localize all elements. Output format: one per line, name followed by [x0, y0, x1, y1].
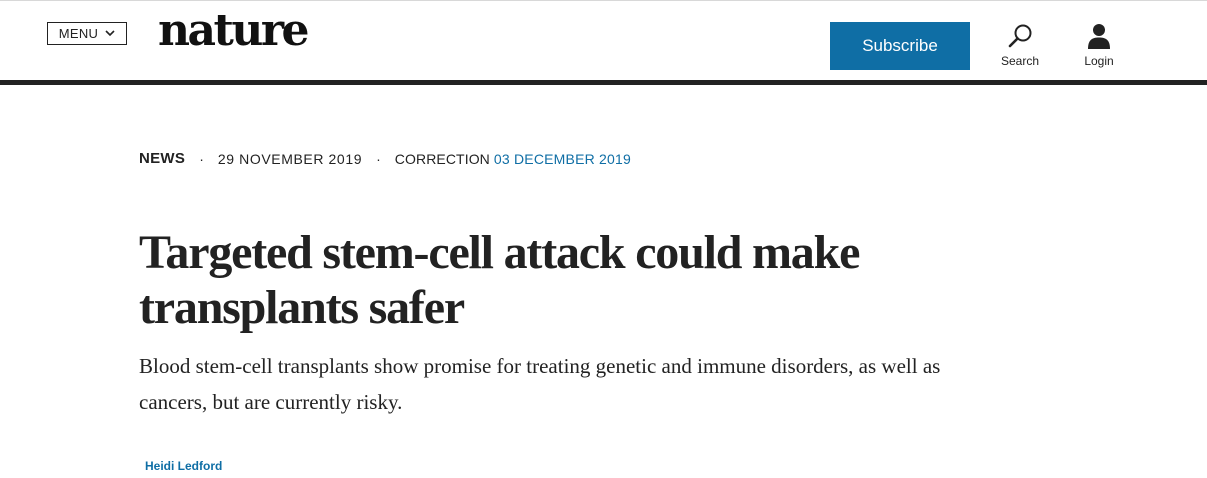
meta-separator: · [376, 150, 381, 167]
login-button[interactable]: Login [1069, 23, 1129, 68]
article-meta: NEWS · 29 NOVEMBER 2019 · CORRECTION 03 … [139, 150, 631, 167]
search-icon [1008, 24, 1032, 48]
article-title: Targeted stem-cell attack could make tra… [139, 226, 860, 334]
header-divider [0, 80, 1207, 85]
site-header: MENU nature Subscribe Search Login [0, 1, 1207, 80]
article-standfirst: Blood stem-cell transplants show promise… [139, 354, 941, 414]
published-date: 29 NOVEMBER 2019 [217, 150, 363, 167]
chevron-down-icon [105, 30, 115, 37]
correction-label: CORRECTION [394, 150, 490, 167]
menu-button[interactable]: MENU [47, 22, 127, 45]
search-label: Search [1000, 54, 1040, 68]
user-icon [1088, 24, 1110, 49]
subscribe-button[interactable]: Subscribe [830, 22, 970, 70]
meta-separator: · [199, 150, 204, 167]
search-button[interactable]: Search [990, 23, 1050, 68]
author-link[interactable]: Heidi Ledford [145, 459, 222, 473]
subscribe-label: Subscribe [862, 36, 938, 55]
menu-label: MENU [58, 26, 99, 41]
site-logo[interactable]: nature [158, 9, 310, 53]
login-label: Login [1084, 54, 1114, 68]
article-type: NEWS [139, 150, 186, 167]
correction-date-link[interactable]: 03 DECEMBER 2019 [494, 151, 631, 167]
